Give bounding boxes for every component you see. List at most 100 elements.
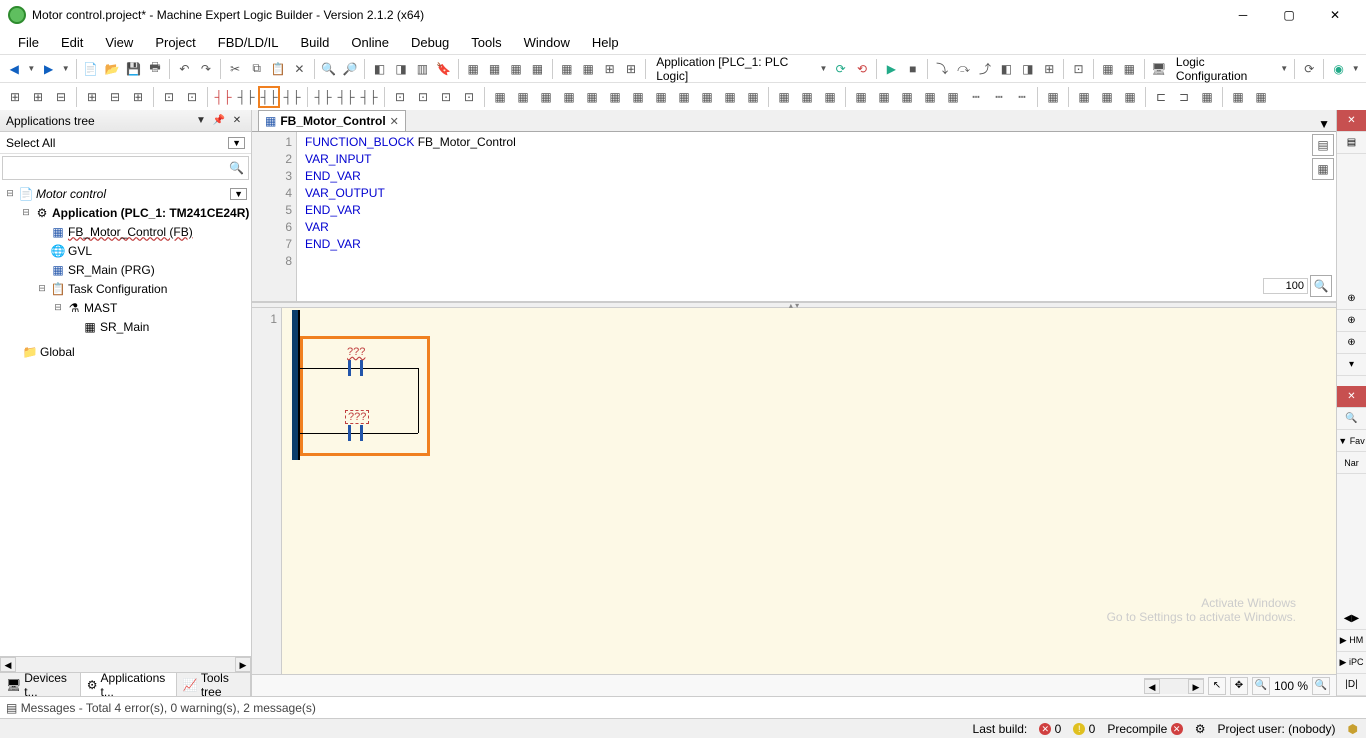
zoom-input[interactable] — [1263, 278, 1308, 294]
ld-btn[interactable]: ▦ — [696, 86, 718, 108]
panel-btn[interactable]: ⊕ — [1337, 332, 1366, 354]
ld-btn[interactable]: ┤├ — [235, 86, 257, 108]
tb-btn[interactable]: ⊞ — [1039, 58, 1059, 80]
step-over-button[interactable]: ⤼ — [953, 58, 973, 80]
tab-tools[interactable]: 📈Tools tree — [177, 673, 251, 696]
dropdown-icon[interactable]: ▼ — [25, 64, 37, 73]
ld-btn[interactable]: ⊐ — [1173, 86, 1195, 108]
tree-root[interactable]: ⊟📄Motor control▼ — [0, 184, 251, 203]
fav-label[interactable]: ▼ Fav — [1337, 430, 1366, 452]
minimize-button[interactable]: ─ — [1220, 0, 1266, 30]
ld-btn[interactable]: ▦ — [512, 86, 534, 108]
search-icon[interactable]: 🔍 — [229, 161, 244, 175]
replace-button[interactable]: 🔎 — [340, 58, 360, 80]
editor-tab-fb[interactable]: ▦ FB_Motor_Control ✕ — [258, 110, 406, 131]
ld-btn[interactable]: ⊞ — [27, 86, 49, 108]
menu-debug[interactable]: Debug — [401, 32, 459, 53]
tree-global[interactable]: 📁Global — [0, 342, 251, 361]
ld-btn[interactable]: ▦ — [719, 86, 741, 108]
ld-btn[interactable]: ▦ — [1096, 86, 1118, 108]
save-button[interactable]: 💾 — [123, 58, 143, 80]
menu-edit[interactable]: Edit — [51, 32, 93, 53]
panel-close-icon[interactable]: ✕ — [1337, 386, 1366, 408]
tree-gvl[interactable]: 🌐GVL — [0, 241, 251, 260]
search-input[interactable] — [7, 161, 229, 175]
ld-btn[interactable]: ▦ — [627, 86, 649, 108]
ld-btn[interactable]: ▦ — [604, 86, 626, 108]
ld-btn[interactable]: ┤├ — [281, 86, 303, 108]
cursor-icon[interactable]: ↖ — [1208, 677, 1226, 695]
tab-applications[interactable]: ⚙Applications t... — [81, 673, 177, 696]
nav-fwd-button[interactable]: ▶ — [38, 58, 58, 80]
app-selector-label[interactable]: Application [PLC_1: PLC Logic] — [650, 55, 816, 83]
login-button[interactable]: ⟳ — [830, 58, 850, 80]
tab-close-icon[interactable]: ✕ — [390, 115, 399, 128]
messages-bar[interactable]: ▤ Messages - Total 4 error(s), 0 warning… — [0, 696, 1366, 718]
menu-view[interactable]: View — [95, 32, 143, 53]
ld-btn[interactable]: ⊡ — [435, 86, 457, 108]
ld-btn[interactable]: ▦ — [873, 86, 895, 108]
ld-btn[interactable]: ▦ — [1196, 86, 1218, 108]
panel-btn[interactable]: ⊕ — [1337, 310, 1366, 332]
ladder-editor[interactable]: 1 ??? ??? Activate Windows Go to Setting… — [252, 308, 1336, 674]
ld-btn[interactable]: ⊡ — [458, 86, 480, 108]
ld-btn[interactable]: ┤├ — [312, 86, 334, 108]
contact-1-var[interactable]: ??? — [347, 346, 365, 358]
tb-btn[interactable]: ▦ — [557, 58, 577, 80]
menu-window[interactable]: Window — [514, 32, 580, 53]
menu-project[interactable]: Project — [145, 32, 205, 53]
ld-btn[interactable]: ▦ — [942, 86, 964, 108]
cut-button[interactable]: ✂ — [225, 58, 245, 80]
ld-btn[interactable]: ┤├ — [358, 86, 380, 108]
tree-srmain[interactable]: ▦SR_Main — [0, 317, 251, 336]
zoom-icon[interactable]: 🔍 — [1310, 275, 1332, 297]
ld-btn[interactable]: ▦ — [558, 86, 580, 108]
new-button[interactable]: 📄 — [81, 58, 101, 80]
ld-btn[interactable]: ▦ — [489, 86, 511, 108]
tb-btn[interactable]: ▦ — [578, 58, 598, 80]
step-into-button[interactable]: ⤵ — [932, 58, 952, 80]
undo-button[interactable]: ↶ — [174, 58, 194, 80]
bookmark-clear-button[interactable]: 🔖 — [434, 58, 454, 80]
tb-btn[interactable]: ◧ — [996, 58, 1016, 80]
dropdown-icon[interactable]: ▼ — [60, 64, 72, 73]
tree-sr[interactable]: ▦SR_Main (PRG) — [0, 260, 251, 279]
ld-btn[interactable]: ▦ — [1250, 86, 1272, 108]
ld-btn[interactable]: ⊟ — [50, 86, 72, 108]
ld-btn[interactable]: ▦ — [819, 86, 841, 108]
ld-btn[interactable]: ┤├ — [335, 86, 357, 108]
redo-button[interactable]: ↷ — [196, 58, 216, 80]
ld-btn[interactable]: ▦ — [742, 86, 764, 108]
tb-btn[interactable]: ▦ — [484, 58, 504, 80]
code-text[interactable]: FUNCTION_BLOCK FB_Motor_Control VAR_INPU… — [297, 132, 1336, 301]
config-selector-label[interactable]: Logic Configuration — [1170, 55, 1277, 83]
move-icon[interactable]: ✥ — [1230, 677, 1248, 695]
tb-btn[interactable]: ⊞ — [621, 58, 641, 80]
menu-tools[interactable]: Tools — [461, 32, 511, 53]
bookmark-prev-button[interactable]: ▥ — [412, 58, 432, 80]
ld-btn[interactable]: ⊏ — [1150, 86, 1172, 108]
nav-back-button[interactable]: ◀ — [4, 58, 24, 80]
ld-btn[interactable]: ▦ — [581, 86, 603, 108]
view-text-icon[interactable]: ▤ — [1312, 134, 1334, 156]
ld-btn[interactable]: ┉ — [965, 86, 987, 108]
ld-btn[interactable]: ▦ — [919, 86, 941, 108]
open-button[interactable]: 📂 — [102, 58, 122, 80]
pane-pin-icon[interactable]: 📌 — [211, 113, 227, 129]
panel-close-icon[interactable]: ✕ — [1337, 110, 1366, 132]
tb-btn[interactable]: ▦ — [1098, 58, 1118, 80]
tree-app[interactable]: ⊟⚙Application (PLC_1: TM241CE24R) — [0, 203, 251, 222]
ld-btn[interactable]: ▦ — [1073, 86, 1095, 108]
ld-btn[interactable]: ⊞ — [4, 86, 26, 108]
tabs-dropdown-icon[interactable]: ▼ — [1312, 117, 1336, 131]
ld-btn[interactable]: ⊡ — [158, 86, 180, 108]
status-icon[interactable]: ⚙ — [1195, 722, 1206, 736]
panel-btn[interactable]: ▤ — [1337, 132, 1366, 154]
ld-btn[interactable]: ▦ — [850, 86, 872, 108]
zoom-fit-icon[interactable]: 🔍 — [1252, 677, 1270, 695]
tb-btn[interactable]: ▦ — [527, 58, 547, 80]
ipc-label[interactable]: ▶ iPC — [1337, 652, 1366, 674]
tb-btn[interactable]: ◨ — [1018, 58, 1038, 80]
ld-btn[interactable]: ▦ — [535, 86, 557, 108]
ld-btn[interactable]: ▦ — [773, 86, 795, 108]
